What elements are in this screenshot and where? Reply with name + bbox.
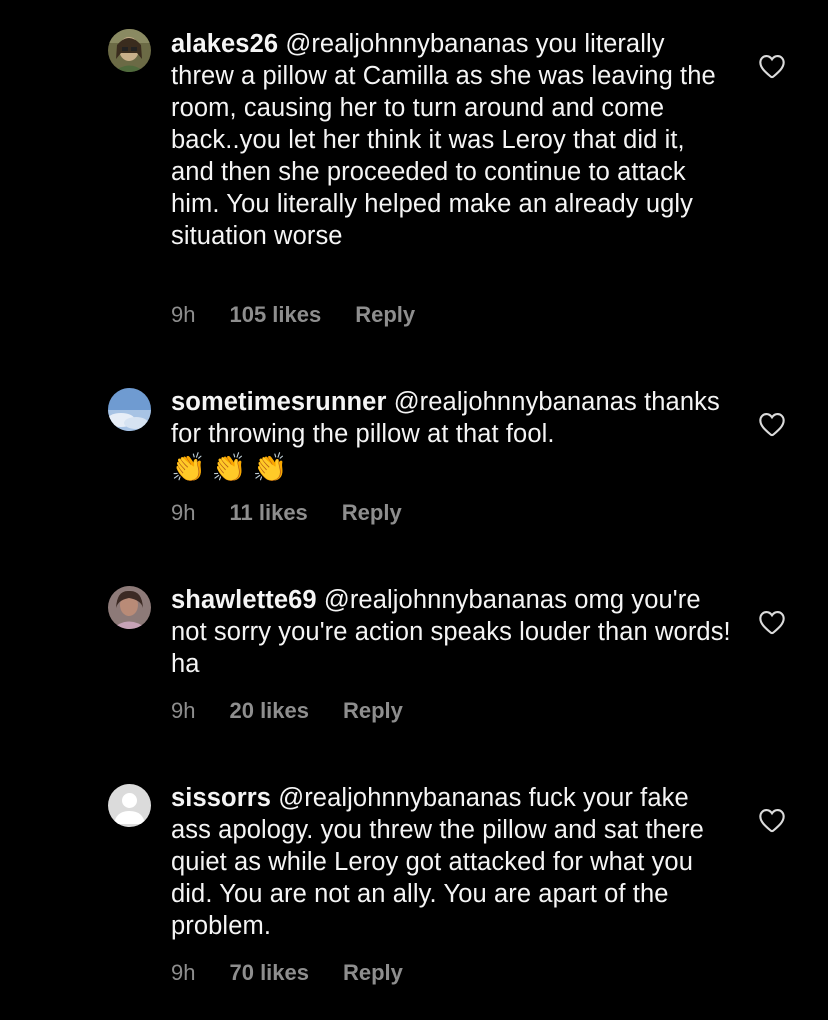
heart-icon[interactable] [758,807,786,833]
heart-icon[interactable] [758,411,786,437]
reply-button[interactable]: Reply [343,697,403,725]
comment-username[interactable]: sissorrs [171,784,271,812]
comment-text: alakes26 @realjohnnybananas you literall… [171,28,731,252]
reply-button[interactable]: Reply [343,959,403,987]
reply-button[interactable]: Reply [355,301,415,329]
comment-time: 9h [171,302,196,327]
comment-text: shawlette69 @realjohnnybananas omg you'r… [171,584,731,680]
avatar[interactable] [108,784,151,827]
comment-mention[interactable]: @realjohnnybananas [278,784,521,812]
heart-icon[interactable] [758,609,786,635]
comment-meta: 9h 20 likes Reply [171,697,403,725]
comment-time: 9h [171,698,196,723]
comment-text: sissorrs @realjohnnybananas fuck your fa… [171,782,731,942]
comment-mention[interactable]: @realjohnnybananas [394,388,637,416]
comment-meta: 9h 70 likes Reply [171,959,403,987]
comment-likes[interactable]: 105 likes [229,301,321,329]
avatar[interactable] [108,29,151,72]
comment-body: you literally threw a pillow at Camilla … [171,30,716,250]
comment-username[interactable]: alakes26 [171,30,278,58]
comment-meta: 9h 11 likes Reply [171,499,402,527]
avatar[interactable] [108,586,151,629]
avatar[interactable] [108,388,151,431]
comment-likes[interactable]: 11 likes [229,499,307,527]
comment-likes[interactable]: 70 likes [229,959,309,987]
comment-time: 9h [171,500,196,525]
heart-icon[interactable] [758,53,786,79]
comment-mention[interactable]: @realjohnnybananas [285,30,528,58]
comment-emoji: 👏👏👏 [171,452,294,483]
comment-username[interactable]: sometimesrunner [171,388,387,416]
comment-time: 9h [171,960,196,985]
comment-mention[interactable]: @realjohnnybananas [324,586,567,614]
comment-likes[interactable]: 20 likes [229,697,309,725]
comment-meta: 9h 105 likes Reply [171,301,415,329]
comment-text: sometimesrunner @realjohnnybananas thank… [171,386,731,486]
reply-button[interactable]: Reply [342,499,402,527]
comment-username[interactable]: shawlette69 [171,586,317,614]
